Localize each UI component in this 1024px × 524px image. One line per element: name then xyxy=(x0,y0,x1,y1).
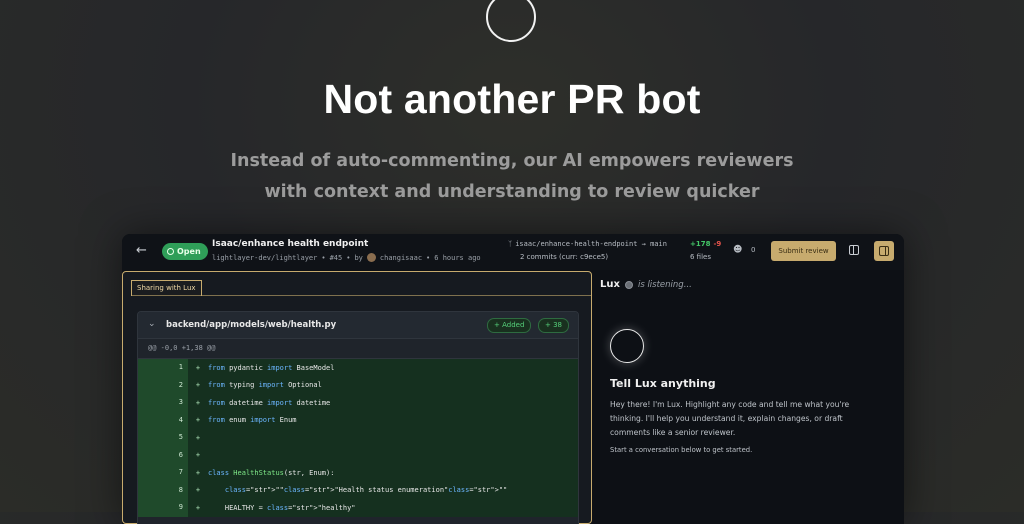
line-number: 7 xyxy=(138,464,188,482)
added-badge: + Added xyxy=(487,318,532,333)
hero-subtitle: Instead of auto-commenting, our AI empow… xyxy=(0,146,1024,208)
line-number: 1 xyxy=(138,359,188,377)
line-code: class="str">""class="str">"Health status… xyxy=(224,486,508,495)
back-arrow-icon[interactable]: ← xyxy=(136,244,150,258)
reviewer-count: 0 xyxy=(751,246,756,254)
hero-title: Not another PR bot xyxy=(323,76,701,122)
line-code: HEALTHY = class="str">"healthy" xyxy=(208,503,356,512)
lines-added-badge: + 38 xyxy=(538,318,569,333)
line-code: from typing import Optional xyxy=(208,381,322,390)
git-branch-icon: ᛉ xyxy=(508,240,513,248)
line-code: from pydantic import BaseModel xyxy=(208,363,335,372)
hunk-header: @@ -0,0 +1,38 @@ xyxy=(138,339,578,359)
branch-info: ᛉ isaac/enhance-health-endpoint → main xyxy=(508,240,667,248)
code-line[interactable]: 5 + xyxy=(138,429,578,447)
file-path: backend/app/models/web/health.py xyxy=(166,320,337,330)
chevron-down-icon[interactable]: ⌄ xyxy=(148,319,156,329)
pr-title: Isaac/enhance health endpoint xyxy=(212,239,369,249)
tab-sharing-with-lux[interactable]: Sharing with Lux xyxy=(131,280,202,296)
code-line[interactable]: 9 + HEALTHY = class="str">"healthy" xyxy=(138,499,578,517)
status-label: Open xyxy=(177,247,201,256)
file-header[interactable]: ⌄ backend/app/models/web/health.py + Add… xyxy=(138,312,578,339)
status-dot-icon xyxy=(624,280,633,289)
sidebar-layout-icon[interactable] xyxy=(849,245,859,255)
tab-divider xyxy=(131,295,591,296)
lux-start-hint: Start a conversation below to get starte… xyxy=(610,446,753,454)
file-diff-card: ⌄ backend/app/models/web/health.py + Add… xyxy=(137,311,579,524)
panel-right-icon xyxy=(879,246,889,256)
line-number: 9 xyxy=(138,499,188,517)
line-number: 3 xyxy=(138,394,188,412)
reviewers-icon[interactable]: ☻ xyxy=(733,245,742,255)
line-number: 4 xyxy=(138,411,188,429)
hero-subtitle-line-1: Instead of auto-commenting, our AI empow… xyxy=(230,151,794,171)
toggle-lux-panel-button[interactable] xyxy=(874,241,894,261)
code-line[interactable]: 1 + from pydantic import BaseModel xyxy=(138,359,578,377)
line-code: from datetime import datetime xyxy=(208,398,331,407)
code-line[interactable]: 8 + class="str">""class="str">"Health sta… xyxy=(138,481,578,499)
line-code: from enum import Enum xyxy=(208,416,297,425)
code-line[interactable]: 6 + xyxy=(138,446,578,464)
lux-panel: Lux is listening... Tell Lux anything He… xyxy=(592,271,904,524)
line-number: 8 xyxy=(138,481,188,499)
by-label: by xyxy=(354,253,363,262)
lux-status: is listening... xyxy=(637,279,692,290)
source-branch: isaac/enhance-health-endpoint xyxy=(515,240,638,248)
diff-pane: Sharing with Lux ⌄ backend/app/models/we… xyxy=(122,271,592,524)
lux-ring-icon xyxy=(610,329,644,363)
additions-count: +178 xyxy=(690,240,711,248)
code-line[interactable]: 4 + from enum import Enum xyxy=(138,411,578,429)
deletions-count: -9 xyxy=(713,240,722,248)
diff-stats: +178 -9 xyxy=(690,240,721,248)
lux-header: Lux is listening... xyxy=(600,279,692,290)
pr-meta: lightlayer-dev/lightlayer • #45 • by cha… xyxy=(212,253,481,262)
status-badge: Open xyxy=(162,243,208,260)
code-lines: 1 + from pydantic import BaseModel 2 + from … xyxy=(138,359,578,517)
hero-subtitle-line-2: with context and understanding to review… xyxy=(264,182,760,202)
target-branch: main xyxy=(650,240,667,248)
pr-topbar: ← Open Isaac/enhance health endpoint lig… xyxy=(122,234,904,270)
line-number: 2 xyxy=(138,376,188,394)
pr-number: #45 xyxy=(329,253,343,262)
commits-info: 2 commits (curr: c9ece5) xyxy=(520,253,609,261)
submit-review-button[interactable]: Submit review xyxy=(771,241,836,261)
lux-name: Lux xyxy=(600,279,620,290)
line-code: class HealthStatus(str, Enum): xyxy=(208,468,335,477)
author-name[interactable]: changisaac xyxy=(380,254,422,262)
repo-name[interactable]: lightlayer-dev/lightlayer xyxy=(212,254,317,262)
line-number: 5 xyxy=(138,429,188,447)
lux-intro-text: Hey there! I'm Lux. Highlight any code a… xyxy=(610,400,850,437)
files-count: 6 files xyxy=(690,253,711,261)
code-line[interactable]: 2 + from typing import Optional xyxy=(138,376,578,394)
code-line[interactable]: 7 + class HealthStatus(str, Enum): xyxy=(138,464,578,482)
lux-heading: Tell Lux anything xyxy=(610,377,716,390)
timestamp: 6 hours ago xyxy=(434,253,481,262)
app-window: ← Open Isaac/enhance health endpoint lig… xyxy=(122,234,904,524)
logo-ring-icon xyxy=(486,0,536,42)
open-circle-icon xyxy=(167,248,174,255)
code-line[interactable]: 3 + from datetime import datetime xyxy=(138,394,578,412)
line-number: 6 xyxy=(138,446,188,464)
avatar xyxy=(366,253,376,262)
